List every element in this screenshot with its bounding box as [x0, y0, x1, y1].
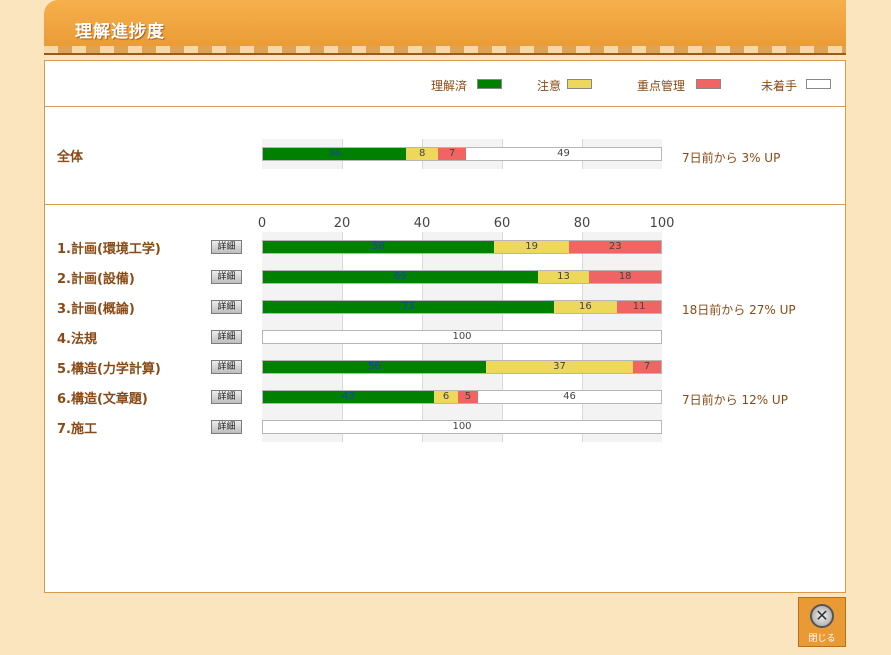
stacked-bar: 43 6 5 46 [262, 390, 662, 404]
close-icon: ✕ [810, 604, 834, 628]
bar-segment-priority: 11 [617, 301, 662, 313]
legend-label-caution: 注意 [537, 79, 562, 93]
subject-note: 7日前から 12% UP [682, 393, 788, 407]
bar-segment-caution: 6 [434, 391, 459, 403]
subject-label: 3.計画(概論) [57, 302, 135, 317]
bar-segment-understood: 56 [263, 361, 486, 373]
x-tick-label: 40 [413, 216, 431, 231]
legend-swatch-caution [567, 79, 592, 89]
subject-note: 18日前から 27% UP [682, 303, 796, 317]
bar-segment-priority: 18 [589, 271, 661, 283]
bar-segment-caution: 19 [493, 241, 570, 253]
bar-segment-understood: 43 [263, 391, 435, 403]
bar-segment-caution: 13 [537, 271, 590, 283]
subject-label: 1.計画(環境工学) [57, 242, 161, 257]
bar-segment-priority: 7 [633, 361, 661, 373]
bar-segment-untouched: 100 [263, 421, 661, 433]
detail-button[interactable]: 詳細 [211, 420, 242, 434]
bar-segment-untouched: 100 [263, 331, 661, 343]
progress-page: 理解進捗度 理解済 注意 重点管理 未着手 全体 7日前から 3% UP 0 20… [0, 0, 891, 655]
stacked-bar: 69 13 18 [262, 270, 662, 284]
subject-label: 7.施工 [57, 422, 97, 437]
subject-label: 2.計画(設備) [57, 272, 135, 287]
stacked-bar: 36 8 7 49 [262, 147, 662, 161]
detail-button[interactable]: 詳細 [211, 330, 242, 344]
stacked-bar: 73 16 11 [262, 300, 662, 314]
close-button[interactable]: ✕ 閉じる [798, 597, 846, 647]
page-title: 理解進捗度 [75, 22, 165, 42]
bar-segment-priority: 5 [458, 391, 478, 403]
x-tick-label: 60 [493, 216, 511, 231]
stacked-bar: 58 19 23 [262, 240, 662, 254]
bar-segment-understood: 58 [263, 241, 494, 253]
bar-segment-caution: 8 [406, 148, 439, 160]
bar-segment-understood: 73 [263, 301, 554, 313]
x-tick-label: 0 [257, 216, 267, 231]
x-tick-label: 80 [573, 216, 591, 231]
overall-divider [44, 204, 846, 205]
legend-swatch-understood [477, 79, 502, 89]
x-tick-label: 100 [649, 216, 675, 231]
stacked-bar: 56 37 7 [262, 360, 662, 374]
legend-label-untouched: 未着手 [761, 79, 798, 93]
bar-segment-priority: 7 [438, 148, 466, 160]
legend-label-understood: 理解済 [431, 79, 468, 93]
stacked-bar: 100 [262, 420, 662, 434]
legend-divider [44, 106, 846, 107]
bar-segment-untouched: 46 [477, 391, 661, 403]
header-underline [44, 53, 846, 55]
stacked-bar: 100 [262, 330, 662, 344]
subject-label: 4.法規 [57, 332, 97, 347]
subject-label: 5.構造(力学計算) [57, 362, 161, 377]
overall-note: 7日前から 3% UP [682, 151, 781, 165]
overall-label: 全体 [57, 150, 84, 165]
bar-segment-caution: 16 [553, 301, 618, 313]
legend-label-priority: 重点管理 [637, 79, 686, 93]
bar-segment-understood: 69 [263, 271, 538, 283]
subject-label: 6.構造(文章題) [57, 392, 148, 407]
detail-button[interactable]: 詳細 [211, 270, 242, 284]
bar-segment-caution: 37 [485, 361, 634, 373]
bar-segment-understood: 36 [263, 148, 407, 160]
detail-button[interactable]: 詳細 [211, 360, 242, 374]
detail-button[interactable]: 詳細 [211, 390, 242, 404]
x-tick-label: 20 [333, 216, 351, 231]
detail-button[interactable]: 詳細 [211, 300, 242, 314]
legend-swatch-untouched [806, 79, 831, 89]
legend-swatch-priority [696, 79, 721, 89]
close-button-label: 閉じる [808, 634, 836, 644]
detail-button[interactable]: 詳細 [211, 240, 242, 254]
bar-segment-priority: 23 [569, 241, 662, 253]
bar-segment-untouched: 49 [465, 148, 661, 160]
